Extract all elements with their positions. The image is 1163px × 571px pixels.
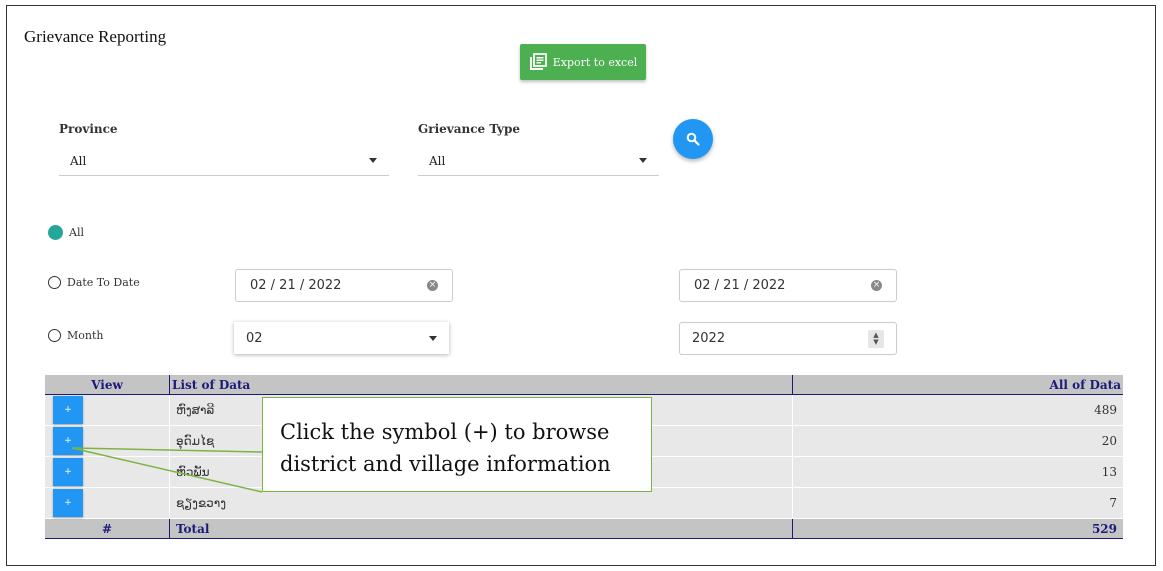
year-value: 2022 [692, 331, 726, 346]
spinner-icon[interactable]: ▲ ▼ [868, 329, 884, 348]
view-cell: + [45, 456, 170, 488]
month-select[interactable]: 02 [234, 322, 449, 354]
total-label: Total [169, 518, 793, 539]
page-title: Grievance Reporting [24, 27, 167, 46]
radio-month-label: Month [67, 329, 104, 342]
expand-plus-button[interactable]: + [53, 458, 83, 486]
export-to-excel-button[interactable]: Export to excel [520, 44, 646, 80]
caret-down-icon [369, 158, 377, 163]
grievance-type-select[interactable]: All [418, 146, 659, 176]
view-cell: + [45, 425, 170, 457]
export-button-label: Export to excel [552, 55, 638, 69]
grievance-type-value: All [429, 153, 446, 168]
grievance-type-label: Grievance Type [418, 122, 520, 136]
radio-date-to-date[interactable]: Date To Date [48, 276, 140, 289]
expand-plus-button[interactable]: + [53, 427, 83, 455]
search-button[interactable] [673, 119, 713, 159]
province-select[interactable]: All [59, 146, 389, 176]
caret-down-icon [639, 158, 647, 163]
clear-icon[interactable]: × [427, 280, 438, 291]
total-hash: # [45, 518, 170, 539]
radio-unselected-icon [48, 329, 61, 342]
year-input[interactable]: 2022 ▲ ▼ [679, 322, 897, 355]
header-all: All of Data [792, 375, 1123, 395]
date-to-value: 02 / 21 / 2022 [694, 278, 786, 293]
row-count: 7 [792, 487, 1123, 519]
radio-selected-icon [48, 225, 63, 240]
date-from-input[interactable]: 02 / 21 / 2022 × [235, 269, 453, 302]
view-cell: + [45, 487, 170, 519]
total-row: # Total 529 [45, 518, 1123, 539]
excel-list-icon [529, 53, 547, 70]
date-to-input[interactable]: 02 / 21 / 2022 × [679, 269, 897, 302]
radio-month[interactable]: Month [48, 329, 103, 342]
month-value: 02 [246, 330, 263, 346]
row-count: 13 [792, 456, 1123, 488]
search-icon [686, 132, 700, 146]
radio-all-label: All [69, 226, 84, 239]
province-value: All [70, 153, 87, 168]
caret-down-icon [429, 335, 437, 341]
expand-plus-button[interactable]: + [53, 489, 83, 517]
view-cell: + [45, 394, 170, 426]
header-view: View [45, 375, 170, 395]
radio-unselected-icon [48, 276, 61, 289]
expand-plus-button[interactable]: + [53, 396, 83, 424]
clear-icon[interactable]: × [871, 280, 882, 291]
row-count: 20 [792, 425, 1123, 457]
table-row: + ຊຽງຂວາງ 7 [45, 487, 1123, 519]
radio-date-to-date-label: Date To Date [67, 276, 140, 289]
province-label: Province [59, 122, 118, 136]
table-header-row: View List of Data All of Data [45, 375, 1123, 395]
header-list: List of Data [169, 375, 793, 395]
row-name: ຊຽງຂວາງ [169, 487, 793, 519]
total-value: 529 [792, 518, 1123, 539]
radio-all[interactable]: All [48, 225, 84, 240]
instruction-callout: Click the symbol (+) to browse district … [262, 397, 652, 492]
row-count: 489 [792, 394, 1123, 426]
date-from-value: 02 / 21 / 2022 [250, 278, 342, 293]
